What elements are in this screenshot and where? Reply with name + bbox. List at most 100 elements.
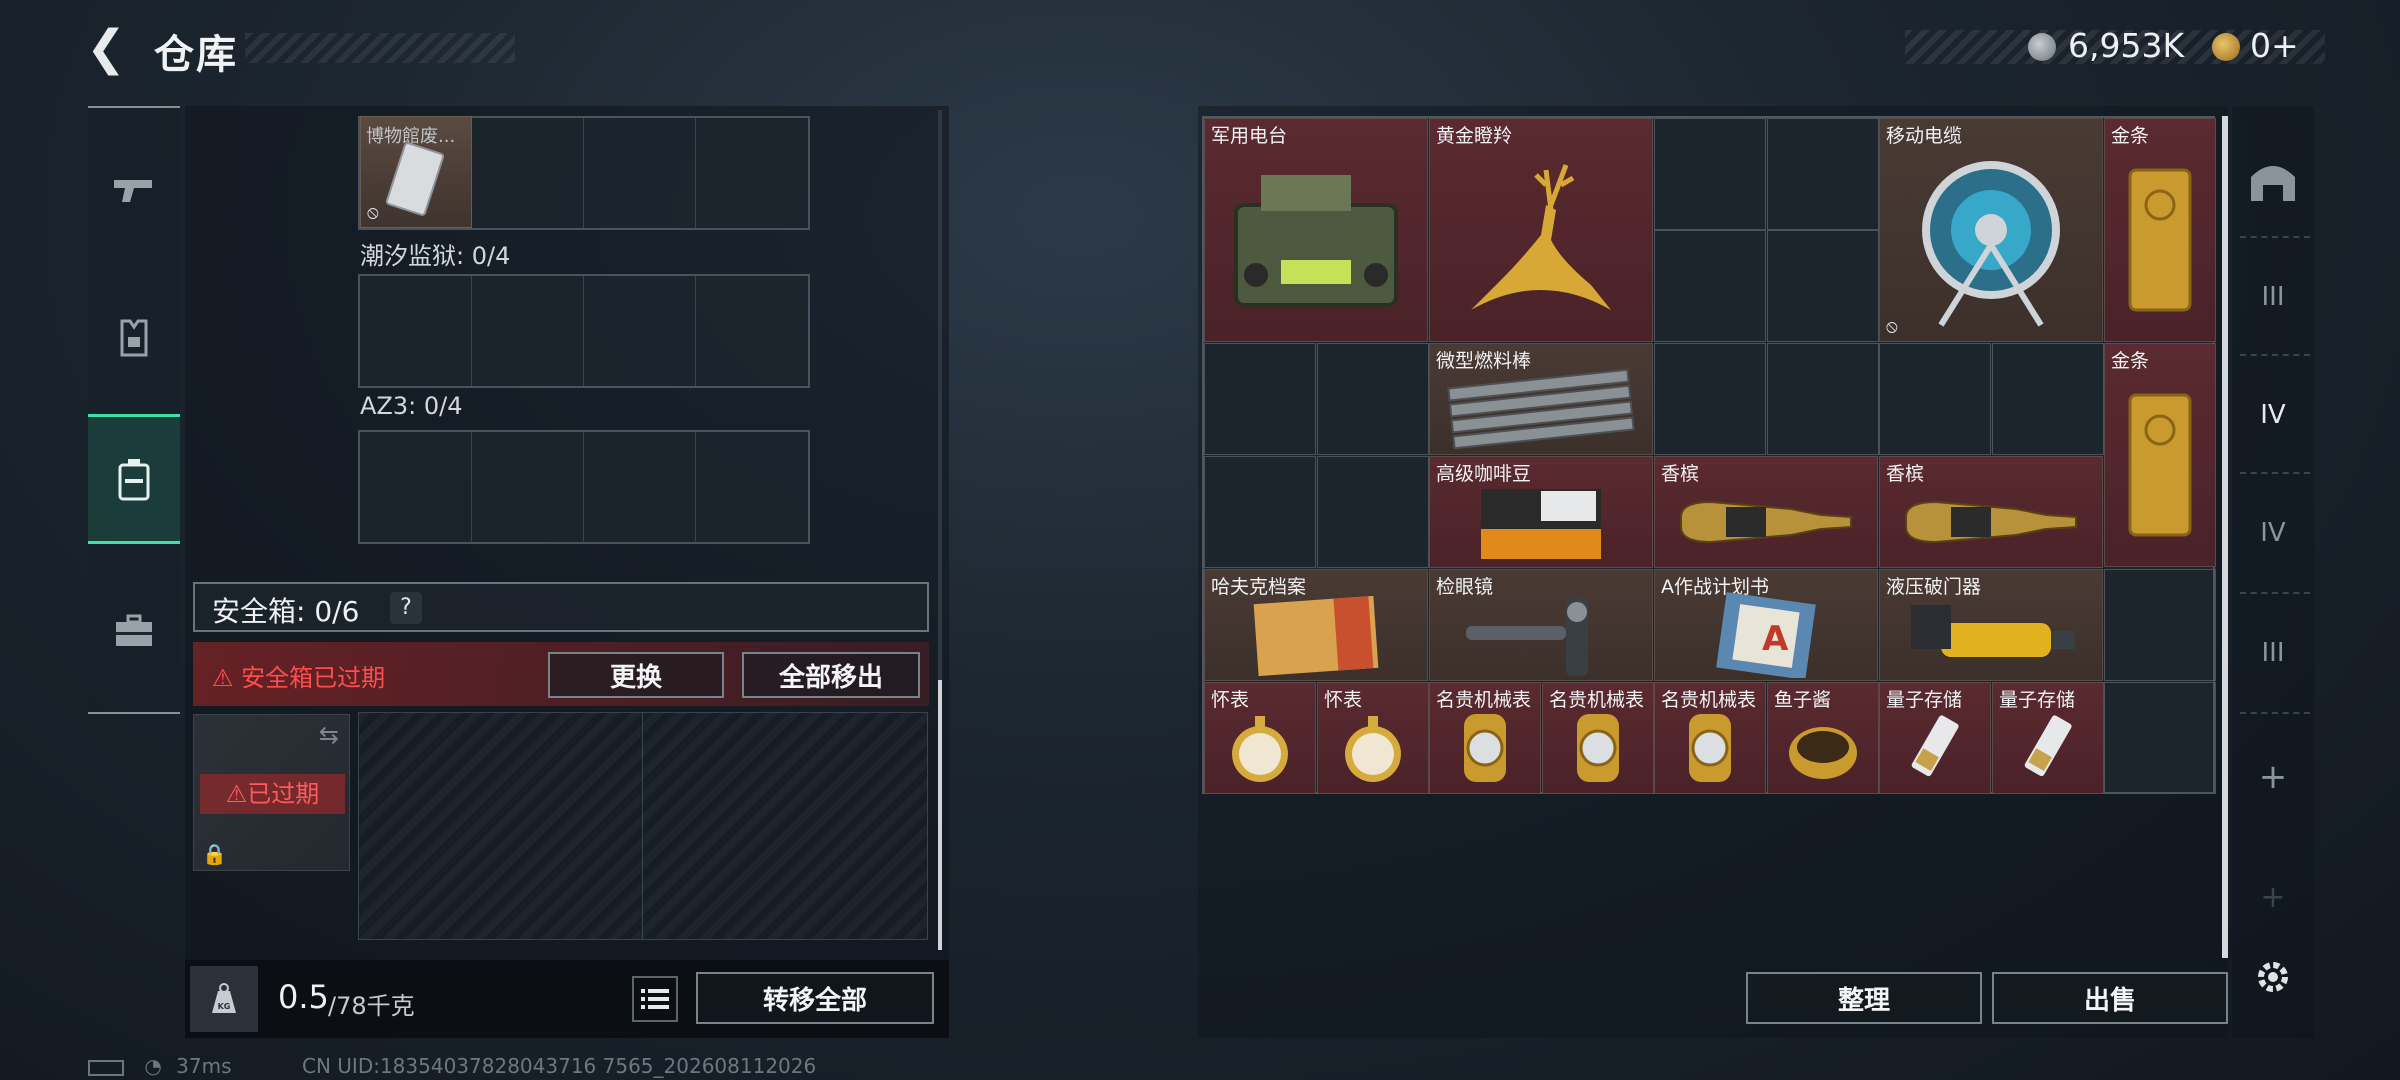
kg-weight-icon: KG [212,983,236,1013]
warning-icon: ⚠ [212,664,234,692]
remove-all-button[interactable]: 全部移出 [742,652,920,698]
empty-slot[interactable] [1767,343,1879,455]
battery-icon [88,1059,124,1076]
stash-item[interactable]: 金条 [2104,343,2216,567]
empty-slot[interactable] [1992,343,2104,455]
stash-item[interactable]: A作战计划书 A [1654,569,1878,681]
empty-slot[interactable] [1317,343,1429,455]
silver-coin-icon [2028,33,2056,61]
tide-prison-label: 潮汐监狱: 0/4 [360,242,511,270]
stash-tab-4[interactable]: III [2232,598,2314,708]
status-bar: ◔ 37ms [88,1054,232,1078]
stash-item[interactable]: 检眼镜 [1429,569,1653,681]
tab-divider [2240,354,2310,356]
stash-item[interactable]: 微型燃料棒 [1429,343,1653,455]
add-stash-tab-button[interactable]: + [2232,722,2314,832]
stash-item[interactable]: 量子存储 [1879,682,1991,794]
empty-slot[interactable] [1879,343,1991,455]
gold-bar-icon [2128,393,2192,537]
empty-slot[interactable] [1204,343,1316,455]
tab-divider [2240,712,2310,714]
usb-drive-icon [1911,715,1959,777]
replace-button[interactable]: 更换 [548,652,724,698]
empty-slot[interactable] [2104,682,2216,794]
help-button[interactable]: ? [390,592,422,624]
empty-slot[interactable] [1767,230,1879,342]
stash-home-tab[interactable] [2232,126,2314,236]
plus-icon: + [2260,879,2286,915]
nav-weapons[interactable] [88,126,180,256]
crate-icon: III [2261,638,2285,668]
gold-balance: 0+ [2250,26,2299,65]
lock-icon: 🔒 [202,842,227,866]
svg-text:KG: KG [218,1002,231,1011]
gold-coin-icon [2212,33,2240,61]
nav-toolbox[interactable] [88,566,180,696]
wristwatch-icon [1689,714,1731,782]
stash-item[interactable]: 怀表 [1317,682,1429,794]
swap-icon: ⇆ [318,721,339,749]
scrollbar-thumb[interactable] [938,680,942,950]
empty-slot[interactable] [1654,230,1766,342]
transfer-all-button[interactable]: 转移全部 [696,972,934,1024]
plus-icon: + [2258,757,2288,797]
empty-slot[interactable] [2104,569,2216,681]
folder-icon [1253,595,1379,677]
stash-tab-2[interactable]: IV [2232,360,2314,470]
tab-divider [2240,236,2310,238]
safe-expired-badge: ⚠已过期 [200,774,345,814]
plan-book-icon: A [1716,592,1816,678]
stash-scrollbar[interactable] [2222,116,2228,958]
stash-item[interactable]: 名贵机械表 [1654,682,1766,794]
list-icon [641,989,669,1009]
stash-tab-3[interactable]: IV [2232,478,2314,588]
stash-item[interactable]: 香槟 [1654,456,1878,568]
max-weight: /78千克 [328,992,415,1020]
stash-item[interactable]: 名贵机械表 [1542,682,1654,794]
nav-backpack[interactable] [88,414,180,544]
stash-item[interactable]: 量子存储 [1992,682,2104,794]
empty-slot[interactable] [1654,343,1766,455]
stash-item[interactable]: 金条 [2104,118,2216,342]
stash-item[interactable]: 香槟 [1879,456,2103,568]
stash-item[interactable]: 哈夫克档案 [1204,569,1428,681]
stash-item[interactable]: 液压破门器 [1879,569,2103,681]
silver-balance: 6,953K [2068,26,2185,65]
golden-gazelle-icon [1471,164,1611,310]
nav-gear[interactable] [88,272,180,402]
back-button[interactable]: ❮ [86,24,130,74]
champagne-icon [1905,500,2077,544]
settings-button[interactable] [2232,922,2314,1032]
stash-item[interactable]: 名贵机械表 [1429,682,1541,794]
caviar-icon [1789,727,1857,779]
empty-slot[interactable] [1767,118,1879,230]
list-view-button[interactable] [632,976,678,1022]
vest-icon [120,319,148,357]
empty-slot[interactable] [1317,456,1429,568]
stash-item[interactable]: 黄金瞪羚 [1429,118,1653,342]
fuel-rod-icon [1447,369,1635,449]
no-trade-icon: ⦸ [1886,316,1898,337]
museum-item-name: 博物館废... [366,126,456,147]
az3-grid[interactable] [358,430,810,544]
empty-slot[interactable] [1654,118,1766,230]
stash-item[interactable]: 鱼子酱 [1767,682,1879,794]
stash-item[interactable]: 怀表 [1204,682,1316,794]
sell-button[interactable]: 出售 [1992,972,2228,1024]
ophthalmoscope-icon [1466,598,1588,676]
svg-text:A: A [1762,619,1789,659]
stash-item[interactable]: 移动电缆 ⦸ [1879,118,2103,342]
safe-box-grid[interactable] [358,712,928,940]
current-weight: 0.5 [278,978,329,1016]
stash-item[interactable]: 高级咖啡豆 [1429,456,1653,568]
crate-icon: III [2261,282,2285,312]
wifi-icon: ◔ [144,1054,162,1078]
sort-button[interactable]: 整理 [1746,972,1982,1024]
gear-icon [2258,962,2288,992]
title-decoration [245,33,515,63]
stash-item[interactable]: 军用电台 [1204,118,1428,342]
arch-icon [2251,166,2295,201]
empty-slot[interactable] [1204,456,1316,568]
stash-tab-1[interactable]: III [2232,242,2314,352]
tide-prison-grid[interactable] [358,274,810,388]
